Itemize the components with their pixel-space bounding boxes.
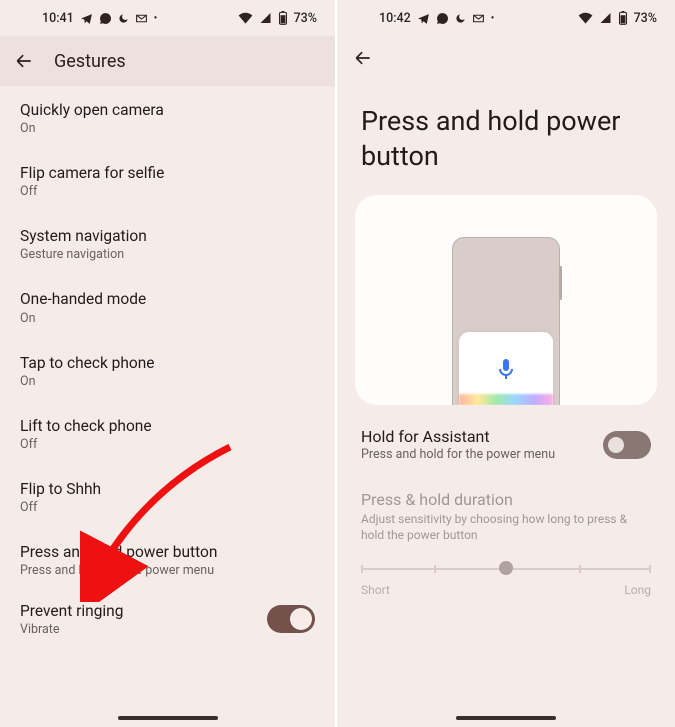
screen-press-hold-power: 10:42 • 73% — [337, 0, 675, 727]
signal-icon — [259, 12, 272, 24]
phone-illustration — [452, 237, 560, 405]
item-title: Prevent ringing — [20, 601, 267, 621]
item-system-navigation[interactable]: System navigation Gesture navigation — [0, 212, 335, 275]
item-sub: Off — [20, 184, 315, 199]
whatsapp-icon — [99, 12, 112, 25]
moon-icon — [455, 13, 466, 24]
settings-list: Quickly open camera On Flip camera for s… — [0, 86, 335, 709]
wifi-icon — [578, 12, 593, 24]
status-right: 73% — [578, 11, 657, 26]
item-title: Flip camera for selfie — [20, 163, 315, 183]
item-title: System navigation — [20, 226, 315, 246]
row-press-hold-duration: Press & hold duration Adjust sensitivity… — [337, 466, 675, 547]
battery-icon — [278, 11, 288, 25]
slider-label-long: Long — [624, 583, 651, 597]
item-sub: Press and hold for the power menu — [20, 563, 315, 578]
gesture-nav-bar[interactable] — [337, 709, 675, 727]
status-bar: 10:42 • 73% — [337, 0, 675, 36]
item-press-hold-power[interactable]: Press and hold power button Press and ho… — [0, 528, 335, 591]
item-lift-to-check[interactable]: Lift to check phone Off — [0, 402, 335, 465]
item-sub: Off — [20, 500, 315, 515]
header: Gestures — [0, 36, 335, 86]
illustration-card — [355, 195, 657, 405]
assistant-popup — [459, 332, 553, 405]
item-title: Flip to Shhh — [20, 479, 315, 499]
item-flip-camera-selfie[interactable]: Flip camera for selfie Off — [0, 149, 335, 212]
item-title: Quickly open camera — [20, 100, 315, 120]
page-title: Press and hold power button — [337, 80, 675, 191]
item-title: One-handed mode — [20, 289, 315, 309]
gesture-nav-bar[interactable] — [0, 709, 335, 727]
setting-sub: Press and hold for the power menu — [361, 447, 555, 462]
telegram-icon — [80, 12, 93, 25]
item-title: Tap to check phone — [20, 353, 315, 373]
screen-gestures: 10:41 • 73% — [0, 0, 337, 727]
item-sub: Off — [20, 437, 315, 452]
toggle-prevent-ringing[interactable] — [267, 605, 315, 633]
status-battery-pct: 73% — [294, 11, 317, 26]
item-one-handed-mode[interactable]: One-handed mode On — [0, 275, 335, 338]
mail-icon — [135, 12, 148, 25]
toggle-hold-assistant[interactable] — [603, 431, 651, 459]
page-title: Gestures — [54, 51, 126, 72]
item-flip-to-shhh[interactable]: Flip to Shhh Off — [0, 465, 335, 528]
item-sub: On — [20, 374, 315, 389]
status-time: 10:42 — [379, 11, 411, 26]
item-title: Lift to check phone — [20, 416, 315, 436]
item-sub: Vibrate — [20, 622, 267, 637]
slider-labels: Short Long — [361, 583, 651, 597]
signal-icon — [599, 12, 612, 24]
item-sub: On — [20, 121, 315, 136]
dot-icon: • — [491, 13, 495, 24]
status-battery-pct: 73% — [634, 11, 657, 26]
moon-icon — [118, 13, 129, 24]
item-sub: On — [20, 311, 315, 326]
item-tap-to-check[interactable]: Tap to check phone On — [0, 339, 335, 402]
back-icon[interactable] — [353, 48, 373, 68]
status-right: 73% — [238, 11, 317, 26]
duration-slider — [361, 563, 651, 575]
telegram-icon — [417, 12, 430, 25]
item-title: Press and hold power button — [20, 542, 315, 562]
status-left: 10:42 • — [379, 11, 494, 26]
back-icon[interactable] — [14, 51, 34, 71]
item-prevent-ringing[interactable]: Prevent ringing Vibrate — [0, 591, 335, 645]
mic-icon — [494, 356, 518, 382]
status-bar: 10:41 • 73% — [0, 0, 335, 36]
mail-icon — [472, 12, 485, 25]
dot-icon: • — [154, 13, 158, 24]
status-left: 10:41 • — [42, 11, 157, 26]
whatsapp-icon — [436, 12, 449, 25]
slider-label-short: Short — [361, 583, 390, 597]
battery-icon — [618, 11, 628, 25]
wifi-icon — [238, 12, 253, 24]
nav-pill-icon — [118, 716, 218, 720]
setting-title: Press & hold duration — [361, 490, 651, 509]
row-hold-for-assistant[interactable]: Hold for Assistant Press and hold for th… — [337, 405, 675, 466]
header — [337, 36, 675, 80]
nav-pill-icon — [456, 716, 556, 720]
setting-title: Hold for Assistant — [361, 427, 555, 446]
item-sub: Gesture navigation — [20, 247, 315, 262]
slider-thumb — [499, 561, 513, 575]
rainbow-bar-icon — [459, 394, 553, 405]
setting-sub: Adjust sensitivity by choosing how long … — [361, 511, 651, 543]
item-quickly-open-camera[interactable]: Quickly open camera On — [0, 86, 335, 149]
status-time: 10:41 — [42, 11, 74, 26]
